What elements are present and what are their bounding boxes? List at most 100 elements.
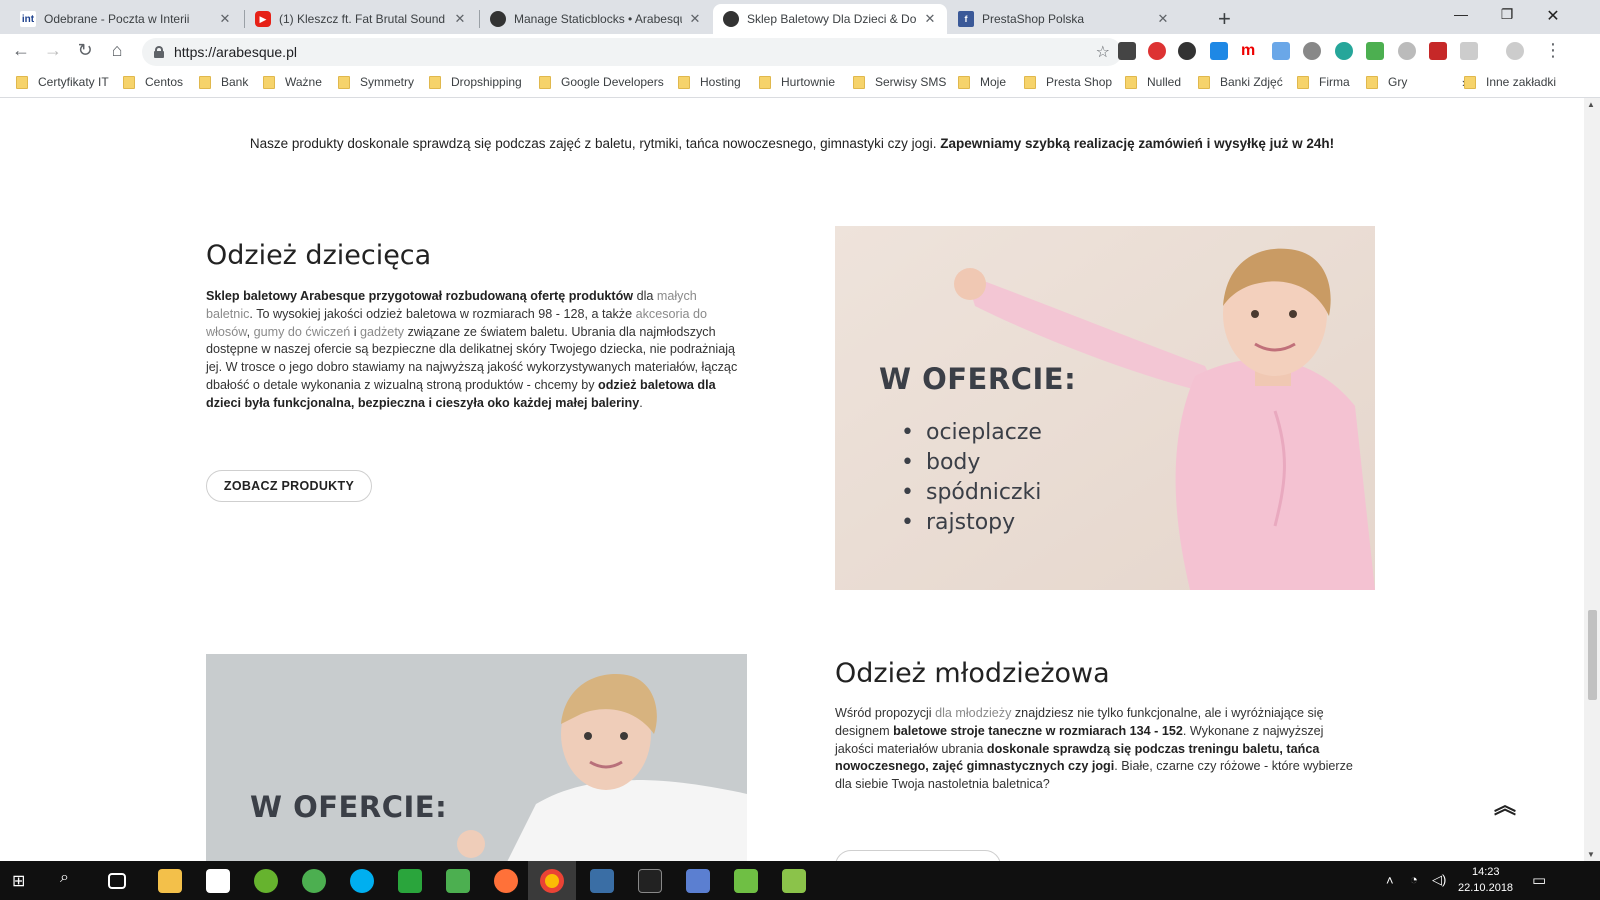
file-explorer-icon[interactable] <box>158 869 182 893</box>
volume-icon[interactable]: ◁) <box>1432 872 1446 888</box>
window-close-button[interactable]: ✕ <box>1530 6 1576 26</box>
app-icon[interactable] <box>398 869 422 893</box>
extension-icon[interactable] <box>1148 42 1166 60</box>
kids-offer-banner[interactable]: W OFERCIE: ocieplacze body spódniczki ra… <box>835 226 1375 590</box>
shopping-bag-icon[interactable] <box>446 869 470 893</box>
app-icon[interactable] <box>590 869 614 893</box>
facebook-icon: f <box>958 11 974 27</box>
tab-arabesque[interactable]: Sklep Baletowy Dla Dzieci & Doro ✕ <box>713 4 947 34</box>
extension-icon[interactable]: m <box>1241 42 1259 60</box>
see-products-button[interactable]: ZOBACZ PRODUKTY <box>206 470 372 502</box>
back-button[interactable]: ← <box>8 40 34 61</box>
see-products-button-teens[interactable] <box>835 850 1001 861</box>
clock-time[interactable]: 14:23 <box>1472 866 1500 878</box>
other-bookmarks[interactable]: Inne zakładki <box>1464 75 1556 89</box>
close-icon[interactable]: ✕ <box>1156 11 1170 27</box>
extension-icon[interactable] <box>1398 42 1416 60</box>
bookmark-folder[interactable]: Dropshipping <box>429 75 522 89</box>
clock-date[interactable]: 22.10.2018 <box>1458 882 1513 894</box>
folder-icon <box>123 75 135 89</box>
bookmark-folder[interactable]: Certyfikaty IT <box>16 75 109 89</box>
teens-offer-banner[interactable]: W OFERCIE: <box>206 654 747 861</box>
bookmark-folder[interactable]: Banki Zdjęć <box>1198 75 1283 89</box>
link-for-youth[interactable]: dla młodzieży <box>935 706 1011 720</box>
home-button[interactable]: ⌂ <box>104 40 130 61</box>
close-icon[interactable]: ✕ <box>453 11 467 27</box>
tab-title: Manage Staticblocks • Arabesque <box>514 12 682 26</box>
restore-button[interactable]: ❐ <box>1484 6 1530 23</box>
extension-icon[interactable] <box>1118 42 1136 60</box>
bookmark-folder[interactable]: Gry <box>1366 75 1407 89</box>
bookmark-folder[interactable]: Nulled <box>1125 75 1181 89</box>
menu-icon[interactable]: ⋮ <box>1540 40 1566 61</box>
folder-icon <box>759 75 771 89</box>
page-scrollbar[interactable]: ▲ ▼ <box>1584 98 1600 861</box>
app-icon[interactable] <box>686 869 710 893</box>
bookmark-folder[interactable]: Hosting <box>678 75 741 89</box>
address-bar[interactable]: https://arabesque.pl ☆ <box>142 38 1122 66</box>
bookmark-folder[interactable]: Serwisy SMS <box>853 75 946 89</box>
close-icon[interactable]: ✕ <box>688 11 702 27</box>
task-view-icon[interactable] <box>108 873 126 889</box>
profile-avatar[interactable] <box>1506 42 1524 60</box>
app-icon[interactable] <box>302 869 326 893</box>
back-to-top-button[interactable]: ︽ <box>1494 788 1516 820</box>
skype-icon[interactable] <box>350 869 374 893</box>
notifications-icon[interactable]: ▭ <box>1532 871 1546 889</box>
tab-interia[interactable]: int Odebrane - Poczta w Interii ✕ <box>10 4 242 34</box>
extension-icon[interactable] <box>1178 42 1196 60</box>
app-icon[interactable] <box>782 869 806 893</box>
bookmark-folder[interactable]: Moje <box>958 75 1006 89</box>
scroll-down-arrow[interactable]: ▼ <box>1587 850 1595 859</box>
app-icon[interactable] <box>734 869 758 893</box>
link-gadgets[interactable]: gadżety <box>360 325 404 339</box>
extension-icon[interactable] <box>1366 42 1384 60</box>
minimize-button[interactable]: — <box>1438 6 1484 22</box>
scroll-up-arrow[interactable]: ▲ <box>1587 100 1595 109</box>
tab-staticblocks[interactable]: Manage Staticblocks • Arabesque ✕ <box>480 4 712 34</box>
extension-icon[interactable] <box>1335 42 1353 60</box>
reload-button[interactable]: ↻ <box>72 40 98 61</box>
start-windows-icon[interactable]: ⊞ <box>12 871 30 890</box>
text: dla <box>633 289 657 303</box>
bookmark-star-icon[interactable]: ☆ <box>1096 42 1110 62</box>
prestashop-icon <box>723 11 739 27</box>
close-icon[interactable]: ✕ <box>923 11 937 27</box>
bookmark-label: Google Developers <box>561 75 664 89</box>
search-icon[interactable]: ⌕ <box>60 869 84 893</box>
tab-youtube[interactable]: ▶ (1) Kleszcz ft. Fat Brutal Sound - K ✕ <box>245 4 477 34</box>
tray-chevron-icon[interactable]: ˄ <box>1386 873 1394 888</box>
forward-button[interactable]: → <box>40 40 66 61</box>
extension-icon[interactable] <box>1210 42 1228 60</box>
scroll-thumb[interactable] <box>1588 610 1597 700</box>
tab-title: (1) Kleszcz ft. Fat Brutal Sound - K <box>279 12 447 26</box>
bookmark-folder[interactable]: Presta Shop <box>1024 75 1112 89</box>
kids-heading: Odzież dziecięca <box>206 240 432 271</box>
extension-icon[interactable] <box>1272 42 1290 60</box>
folder-icon <box>1198 75 1210 89</box>
bookmark-label: Ważne <box>285 75 322 89</box>
bookmark-folder[interactable]: Bank <box>199 75 248 89</box>
app-icon[interactable] <box>638 869 662 893</box>
new-tab-button[interactable]: + <box>1218 6 1231 32</box>
bookmark-folder[interactable]: Centos <box>123 75 183 89</box>
folder-icon <box>1297 75 1309 89</box>
extension-icon[interactable] <box>1429 42 1447 60</box>
bookmark-folder[interactable]: Firma <box>1297 75 1350 89</box>
wifi-icon[interactable]: ◔ <box>1410 872 1418 887</box>
bookmark-folder[interactable]: Hurtownie <box>759 75 835 89</box>
chrome-icon[interactable] <box>540 869 564 893</box>
close-icon[interactable]: ✕ <box>218 11 232 27</box>
folder-icon <box>678 75 690 89</box>
store-icon[interactable] <box>206 869 230 893</box>
utorrent-icon[interactable] <box>254 869 278 893</box>
bookmark-folder[interactable]: Symmetry <box>338 75 414 89</box>
link-exercise-bands[interactable]: gumy do ćwiczeń <box>254 325 351 339</box>
extension-icon[interactable] <box>1303 42 1321 60</box>
firefox-icon[interactable] <box>494 869 518 893</box>
bookmark-folder[interactable]: Ważne <box>263 75 322 89</box>
tab-prestashop-polska[interactable]: f PrestaShop Polska ✕ <box>948 4 1180 34</box>
extension-icon[interactable] <box>1460 42 1478 60</box>
teens-description: Wśród propozycji dla młodzieży znajdzies… <box>835 705 1355 794</box>
bookmark-folder[interactable]: Google Developers <box>539 75 664 89</box>
